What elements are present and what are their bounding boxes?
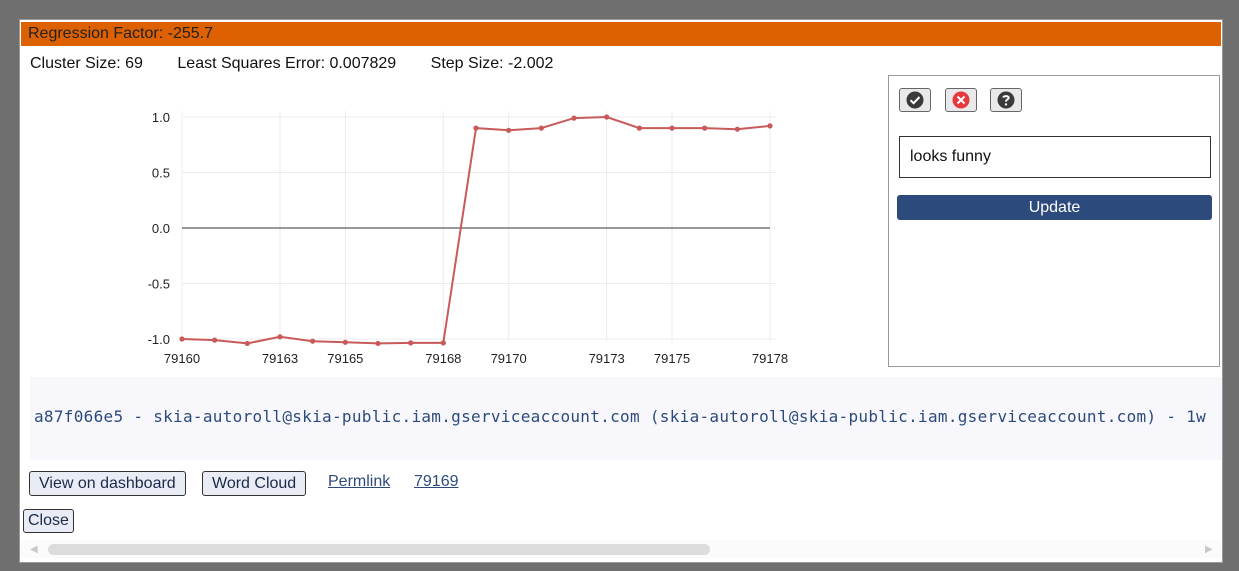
commit-number-link[interactable]: 79169 bbox=[414, 473, 459, 491]
regression-factor-title: Regression Factor: -255.7 bbox=[21, 22, 1221, 46]
y-tick-label: -0.5 bbox=[148, 277, 170, 292]
data-point[interactable] bbox=[702, 125, 708, 131]
data-point[interactable] bbox=[571, 115, 577, 121]
data-point[interactable] bbox=[473, 125, 479, 131]
y-tick-label: -1.0 bbox=[148, 332, 170, 347]
close-button[interactable]: Close bbox=[23, 509, 74, 533]
update-button[interactable]: Update bbox=[897, 195, 1212, 220]
data-point[interactable] bbox=[342, 339, 348, 345]
x-tick-label: 79163 bbox=[262, 351, 298, 366]
commit-summary: a87f066e5 - skia-autoroll@skia-public.ia… bbox=[34, 407, 1207, 426]
scrollbar-thumb[interactable] bbox=[48, 544, 710, 555]
y-tick-label: 0.0 bbox=[152, 221, 170, 236]
scroll-right-icon[interactable]: ▶ bbox=[1205, 544, 1213, 555]
permalink-link[interactable]: Permlink bbox=[328, 473, 390, 491]
data-point[interactable] bbox=[440, 340, 446, 346]
data-point[interactable] bbox=[310, 338, 316, 344]
data-point[interactable] bbox=[636, 125, 642, 131]
scroll-left-icon[interactable]: ◀ bbox=[30, 544, 38, 555]
x-tick-label: 79173 bbox=[589, 351, 625, 366]
check-circle-icon bbox=[906, 91, 924, 109]
x-tick-label: 79168 bbox=[425, 351, 461, 366]
step-size: Step Size: -2.002 bbox=[430, 55, 554, 72]
help-icon bbox=[997, 91, 1015, 109]
regression-line-chart: 1.0 0.5 0.0 -0.5 -1.0 79160 79163 79165 79168 79… bbox=[148, 110, 788, 366]
data-point[interactable] bbox=[734, 126, 740, 132]
cluster-stats: Cluster Size: 69 Least Squares Error: 0.… bbox=[30, 55, 583, 73]
least-squares-error: Least Squares Error: 0.007829 bbox=[177, 55, 397, 72]
data-point[interactable] bbox=[538, 125, 544, 131]
triage-note-input[interactable] bbox=[899, 136, 1211, 178]
x-tick-label: 79165 bbox=[327, 351, 363, 366]
horizontal-scrollbar[interactable]: ◀ ▶ bbox=[20, 540, 1222, 558]
x-tick-label: 79178 bbox=[752, 351, 788, 366]
data-point[interactable] bbox=[375, 340, 381, 347]
data-point[interactable] bbox=[408, 340, 414, 346]
cluster-size: Cluster Size: 69 bbox=[30, 55, 143, 72]
negative-button[interactable] bbox=[945, 88, 977, 112]
untriaged-button[interactable] bbox=[990, 88, 1022, 112]
x-tick-label: 79170 bbox=[491, 351, 527, 366]
y-tick-label: 1.0 bbox=[152, 110, 170, 125]
data-point[interactable] bbox=[669, 125, 675, 131]
view-on-dashboard-button[interactable]: View on dashboard bbox=[29, 471, 186, 496]
positive-button[interactable] bbox=[899, 88, 931, 112]
x-tick-label: 79175 bbox=[654, 351, 690, 366]
data-point[interactable] bbox=[767, 123, 773, 129]
data-point[interactable] bbox=[212, 337, 218, 343]
y-tick-label: 0.5 bbox=[152, 166, 170, 181]
data-point[interactable] bbox=[506, 127, 512, 133]
x-tick-label: 79160 bbox=[164, 351, 200, 366]
word-cloud-button[interactable]: Word Cloud bbox=[202, 471, 307, 496]
data-point[interactable] bbox=[604, 114, 610, 120]
triage-dialog: Regression Factor: -255.7 Cluster Size: … bbox=[20, 20, 1222, 562]
close-circle-icon bbox=[952, 91, 970, 109]
commit-detail: a87f066e5 - skia-autoroll@skia-public.ia… bbox=[30, 377, 1222, 460]
data-point[interactable] bbox=[277, 334, 283, 340]
data-point[interactable] bbox=[179, 336, 185, 342]
triage-panel: Update bbox=[888, 75, 1220, 367]
data-point[interactable] bbox=[244, 340, 250, 347]
series-line bbox=[181, 115, 771, 345]
